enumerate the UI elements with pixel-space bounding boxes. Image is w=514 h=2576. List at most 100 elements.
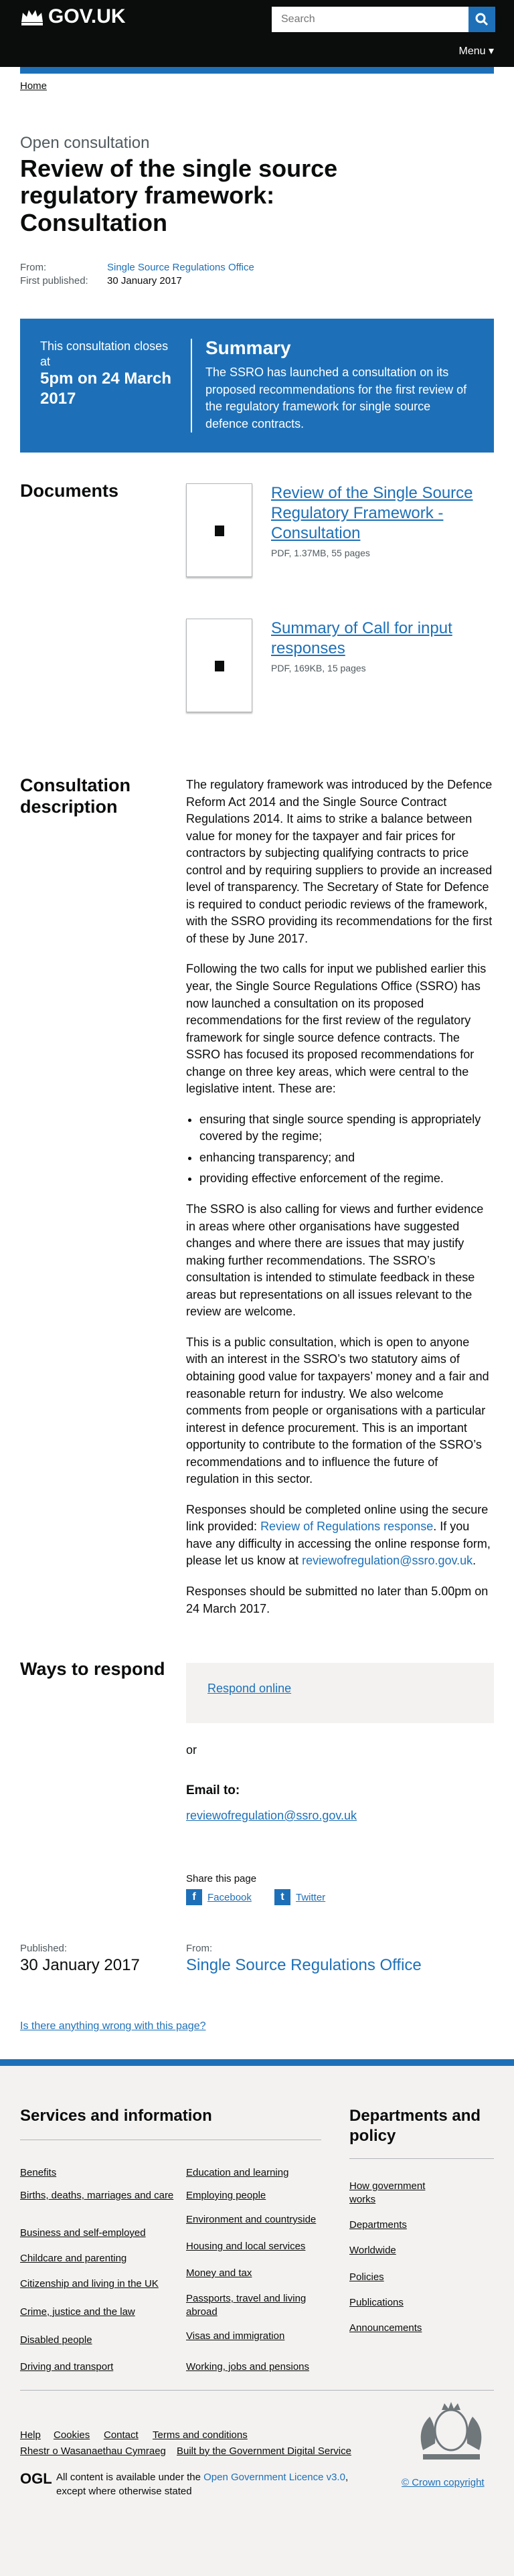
footer-link[interactable]: Disabled people — [20, 2334, 174, 2347]
closing-date-prefix: This consultation closes at — [40, 339, 169, 368]
footer-link[interactable]: Policies — [349, 2271, 450, 2284]
footer-meta-link[interactable]: Cookies — [54, 2429, 90, 2442]
attachment-title-link[interactable]: Review of the Single Source Regulatory F… — [271, 483, 492, 544]
footer-link[interactable]: Departments — [349, 2219, 450, 2232]
description-paragraph: Responses should be submitted no later t… — [186, 1584, 489, 1615]
description-paragraph: The SSRO is also calling for views and f… — [186, 1202, 484, 1319]
breadcrumb-home[interactable]: Home — [20, 80, 47, 92]
footer-link[interactable]: Housing and local services — [186, 2240, 320, 2253]
footer-meta-link[interactable]: Help — [20, 2429, 41, 2442]
footer-divider — [20, 2390, 494, 2391]
royal-coat-of-arms-icon — [420, 2402, 482, 2460]
consultation-description-heading: Consultation description — [20, 775, 131, 817]
description-paragraph: Responses should be completed online usi… — [186, 1502, 491, 1568]
header-blue-bar — [20, 67, 494, 74]
footer-link[interactable]: Citizenship and living in the UK — [20, 2277, 174, 2291]
report-problem-link[interactable]: Is there anything wrong with this page? — [20, 2020, 206, 2032]
documents-heading: Documents — [20, 481, 119, 501]
share-twitter-link[interactable]: Twitter — [296, 1892, 325, 1903]
footer-meta-link[interactable]: Contact — [104, 2429, 139, 2442]
footer-link[interactable]: Passports, travel and living abroad — [186, 2292, 320, 2318]
from-organisation-link[interactable]: Single Source Regulations Office — [107, 262, 254, 273]
respond-online-link[interactable]: Respond online — [207, 1682, 291, 1696]
email-to-heading: Email to: — [186, 1783, 240, 1797]
description-paragraph: Following the two calls for input we pub… — [186, 962, 487, 1096]
footer-link[interactable]: Worldwide — [349, 2244, 450, 2257]
twitter-icon[interactable]: t — [274, 1889, 290, 1905]
footer-link[interactable]: Benefits — [20, 2166, 174, 2180]
ogl-logo: OGL — [20, 2470, 52, 2487]
consultation-summary-box: This consultation closes at 5pm on 24 Ma… — [20, 319, 494, 453]
page-title: Review of the single source regulatory f… — [20, 155, 338, 236]
footer-link[interactable]: Births, deaths, marriages and care — [20, 2189, 174, 2202]
from-label: From: — [186, 1943, 213, 1954]
list-item: providing effective enforcement of the r… — [199, 1170, 494, 1188]
menu-button[interactable]: Menu ▾ — [459, 44, 495, 58]
footer-link[interactable]: Visas and immigration — [186, 2330, 320, 2343]
consultation-description: The regulatory framework was introduced … — [186, 777, 494, 1631]
or-text: or — [186, 1743, 197, 1757]
footer-link[interactable]: Working, jobs and pensions — [186, 2360, 320, 2374]
first-published-label: First published: — [20, 275, 88, 287]
description-paragraph: This is a public consultation, which is … — [186, 1335, 489, 1486]
footer-link[interactable]: Announcements — [349, 2322, 450, 2335]
published-label: Published: — [20, 1943, 68, 1954]
summary-divider — [191, 339, 192, 432]
description-paragraph: The regulatory framework was introduced … — [186, 778, 493, 945]
footer-link[interactable]: How government works — [349, 2180, 450, 2206]
document-thumbnail[interactable] — [186, 619, 252, 712]
published-value: 30 January 2017 — [20, 1956, 140, 1974]
attachment-title-link[interactable]: Summary of Call for input responses — [271, 619, 492, 659]
footer-link[interactable]: Education and learning — [186, 2166, 320, 2180]
respond-online-box: Respond online — [186, 1663, 494, 1723]
from-organisation-link[interactable]: Single Source Regulations Office — [186, 1956, 422, 1975]
summary-heading: Summary — [205, 337, 291, 358]
document-icon — [215, 661, 224, 671]
search-input[interactable] — [272, 7, 439, 32]
publication-metadata: From: Single Source Regulations Office F… — [20, 261, 254, 288]
footer-meta-link[interactable]: Built by the Government Digital Service — [177, 2445, 351, 2458]
search-button[interactable] — [468, 7, 495, 32]
first-published-value: 30 January 2017 — [107, 275, 182, 287]
footer-link[interactable]: Crime, justice and the law — [20, 2306, 174, 2319]
review-email-link[interactable]: reviewofregulation@ssro.gov.uk — [302, 1554, 473, 1567]
departments-heading: Departments and policy — [349, 2107, 481, 2145]
footer-link[interactable]: Money and tax — [186, 2267, 320, 2280]
footer-link[interactable]: Business and self-employed — [20, 2227, 174, 2240]
list-item: ensuring that single source spending is … — [199, 1111, 494, 1145]
search-form — [272, 7, 495, 32]
document-thumbnail[interactable] — [186, 483, 252, 577]
key-areas-list: ensuring that single source spending is … — [199, 1111, 494, 1188]
document-icon — [215, 526, 224, 536]
services-heading: Services and information — [20, 2107, 212, 2125]
footer-meta-link[interactable]: Terms and conditions — [153, 2429, 248, 2442]
footer-divider — [349, 2158, 494, 2159]
crown-logo-icon[interactable] — [20, 6, 44, 26]
review-response-link[interactable]: Review of Regulations response — [260, 1520, 433, 1533]
attachment-metadata: PDF, 169KB, 15 pages — [271, 663, 366, 673]
site-header: GOV.UK Menu ▾ — [0, 0, 514, 67]
govuk-logotype[interactable]: GOV.UK — [48, 5, 126, 28]
footer-link[interactable]: Employing people — [186, 2189, 320, 2202]
licence-text: All content is available under the Open … — [56, 2472, 349, 2497]
open-government-licence-link[interactable]: Open Government Licence v3.0 — [203, 2472, 345, 2483]
from-label: From: — [20, 262, 47, 273]
closing-date-value: 5pm on 24 March 2017 — [40, 370, 172, 408]
crown-copyright-link[interactable]: © Crown copyright — [402, 2477, 485, 2488]
respond-email-link[interactable]: reviewofregulation@ssro.gov.uk — [186, 1809, 357, 1823]
footer-meta-link[interactable]: Rhestr o Wasanaethau Cymraeg — [20, 2445, 166, 2458]
summary-text: The SSRO has launched a consultation on … — [205, 366, 467, 430]
footer-link[interactable]: Driving and transport — [20, 2360, 174, 2374]
footer-link[interactable]: Publications — [349, 2296, 450, 2310]
search-icon — [475, 13, 489, 26]
document-type: Open consultation — [20, 134, 150, 152]
attachment-metadata: PDF, 1.37MB, 55 pages — [271, 548, 370, 558]
closing-date: This consultation closes at 5pm on 24 Ma… — [40, 339, 181, 409]
facebook-icon[interactable]: f — [186, 1889, 202, 1905]
footer-link[interactable]: Childcare and parenting — [20, 2252, 174, 2265]
share-label: Share this page — [186, 1873, 257, 1884]
ways-to-respond-heading: Ways to respond — [20, 1659, 165, 1679]
list-item: enhancing transparency; and — [199, 1149, 494, 1167]
share-facebook-link[interactable]: Facebook — [207, 1892, 252, 1903]
footer-link[interactable]: Environment and countryside — [186, 2213, 320, 2227]
